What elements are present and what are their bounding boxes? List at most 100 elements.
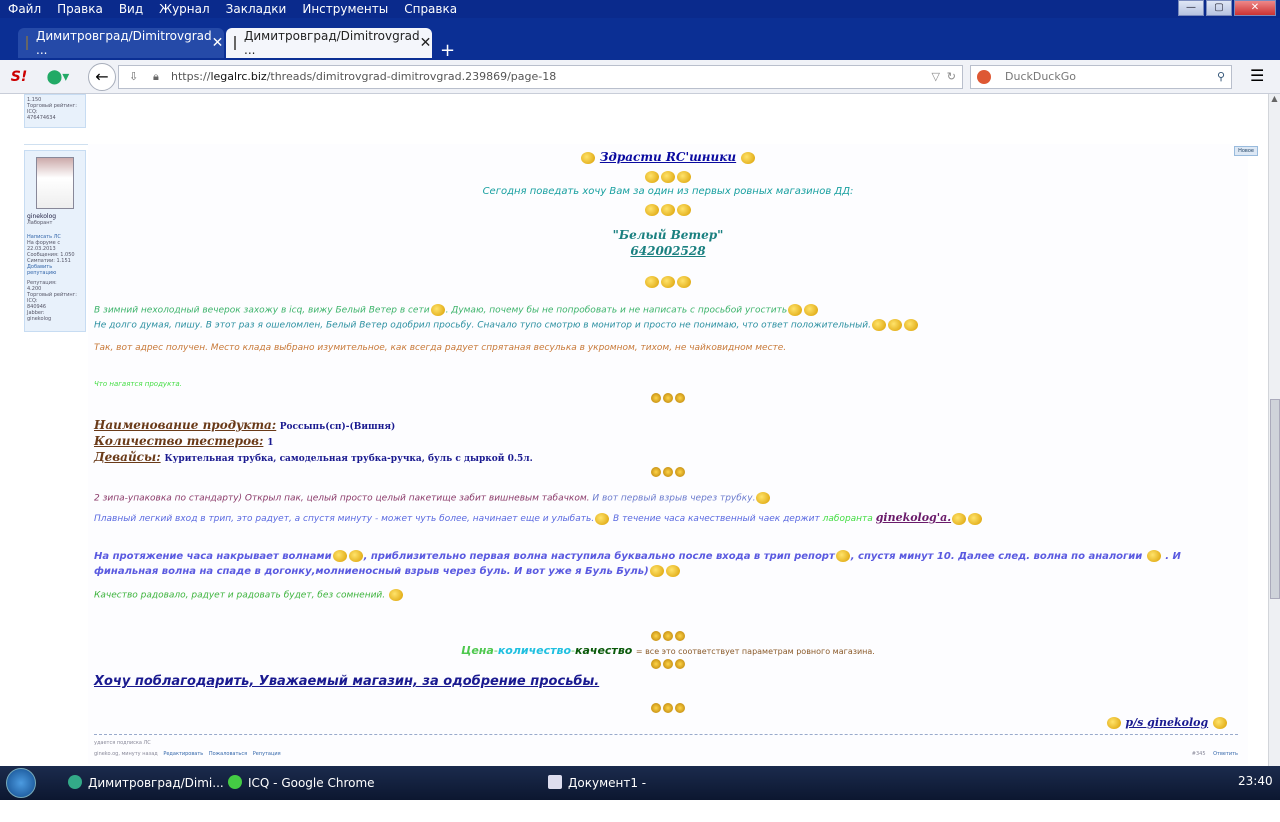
site-favicon-icon bbox=[234, 36, 236, 50]
post-footer-right: #345 Ответить bbox=[1192, 751, 1238, 757]
gem-icon bbox=[675, 393, 685, 403]
gem-icon bbox=[675, 703, 685, 713]
minimize-button[interactable]: — bbox=[1178, 0, 1204, 16]
product-name-value: Россыпь(сп)-(Вишня) bbox=[279, 422, 396, 432]
smiley-icon bbox=[430, 304, 445, 316]
smiley-icon bbox=[804, 304, 819, 316]
ps-text[interactable]: p/s ginekolog bbox=[1125, 716, 1208, 729]
start-button[interactable] bbox=[6, 768, 36, 798]
maximize-button[interactable]: ▢ bbox=[1206, 0, 1232, 16]
smiley-icon bbox=[952, 512, 967, 525]
smiley-icon bbox=[835, 550, 850, 562]
cool-smiley-icon bbox=[661, 170, 675, 183]
smiley-icon bbox=[348, 550, 363, 562]
taskbar-item-word[interactable]: Документ1 - Micros... bbox=[546, 770, 696, 816]
testers-value: 1 bbox=[267, 438, 274, 448]
reputation-link[interactable]: Репутация bbox=[253, 751, 281, 757]
username[interactable]: ginekolog bbox=[27, 213, 83, 220]
system-clock[interactable]: 23:40 bbox=[1238, 774, 1273, 788]
post-number-link[interactable]: #345 bbox=[1192, 751, 1206, 757]
smiley-icon bbox=[1106, 717, 1121, 729]
edit-link[interactable]: Редактировать bbox=[163, 751, 203, 757]
scroll-thumb[interactable] bbox=[1270, 399, 1280, 599]
smiley-icon bbox=[741, 151, 756, 164]
dropdown-icon[interactable]: ▽ bbox=[932, 66, 940, 88]
menu-history[interactable]: Журнал bbox=[151, 0, 218, 18]
para6d-text: . И bbox=[1165, 551, 1181, 562]
menu-view[interactable]: Вид bbox=[111, 0, 151, 18]
add-reputation-link[interactable]: Добавить репутацию bbox=[27, 264, 83, 276]
gem-icon bbox=[663, 703, 673, 713]
tab-bar: Димитровград/Dimitrovgrad ... ✕ Димитров… bbox=[0, 18, 1280, 61]
reload-icon[interactable]: ↻ bbox=[947, 66, 956, 88]
search-placeholder: DuckDuckGo bbox=[1005, 70, 1076, 83]
gem-row bbox=[88, 392, 1248, 406]
report-link[interactable]: Пожаловаться bbox=[209, 751, 247, 757]
cool-smiley-icon bbox=[677, 275, 691, 288]
cool-smiley-icon bbox=[645, 275, 659, 288]
smiley-icon bbox=[887, 319, 902, 331]
post-body: Новое Здрасти RC'шники Сегодня поведать … bbox=[88, 144, 1258, 764]
word-icon bbox=[548, 775, 562, 789]
url-bar[interactable]: ⇩ 🔒︎ https://legalrc.biz/threads/dimitro… bbox=[118, 65, 963, 89]
addon-onion-icon[interactable]: ⬤▾ bbox=[44, 66, 72, 88]
gem-icon bbox=[651, 393, 661, 403]
para5c-text: лаборанта bbox=[822, 514, 873, 524]
price-word: Цена bbox=[461, 644, 494, 657]
cool-smiley-icon bbox=[677, 203, 691, 216]
vertical-scrollbar[interactable]: ▲ bbox=[1268, 94, 1280, 766]
smiley-icon bbox=[871, 319, 886, 331]
search-icon[interactable]: ⚲ bbox=[1217, 66, 1225, 88]
testers-row: Количество тестеров: 1 bbox=[94, 434, 273, 448]
cool-smiley-icon bbox=[645, 203, 659, 216]
para6-text: На протяжение часа накрывает волнами bbox=[94, 551, 332, 562]
taskbar-label: ICQ - Google Chrome bbox=[248, 776, 375, 790]
tab-1[interactable]: Димитровград/Dimitrovgrad ... ✕ bbox=[18, 28, 224, 58]
download-icon[interactable]: ⇩ bbox=[129, 66, 138, 88]
reply-link[interactable]: Ответить bbox=[1213, 751, 1238, 757]
smiley-icon bbox=[580, 151, 595, 164]
smiley-icon bbox=[788, 304, 803, 316]
para4b-text: И вот первый взрыв через трубку. bbox=[592, 493, 756, 504]
menu-tools[interactable]: Инструменты bbox=[294, 0, 396, 18]
menu-help[interactable]: Справка bbox=[396, 0, 465, 18]
new-tab-button[interactable]: + bbox=[440, 40, 455, 61]
menu-bookmarks[interactable]: Закладки bbox=[218, 0, 295, 18]
menu-edit[interactable]: Правка bbox=[49, 0, 111, 18]
testers-label: Количество тестеров: bbox=[94, 434, 264, 448]
window-controls: — ▢ ✕ bbox=[1178, 0, 1276, 16]
menu-file[interactable]: Файл bbox=[0, 0, 49, 18]
taskbar-item-chrome[interactable]: ICQ - Google Chrome bbox=[226, 770, 376, 796]
tab-title: Димитровград/Dimitrovgrad ... bbox=[36, 29, 212, 57]
shop-number-link[interactable]: 642002528 bbox=[88, 244, 1248, 258]
smiley-icon bbox=[389, 589, 404, 601]
menu-bar: Файл Правка Вид Журнал Закладки Инструме… bbox=[0, 0, 1280, 18]
smiley-icon bbox=[665, 565, 680, 577]
url-host: legalrc.biz bbox=[210, 70, 267, 83]
addon-s-icon[interactable]: S! bbox=[10, 66, 28, 88]
smiley-icon bbox=[968, 512, 983, 525]
post-author-time: gineko.og, минуту назад bbox=[94, 751, 158, 757]
para1-text: В зимний нехолодный вечерок захожу в icq… bbox=[94, 305, 430, 316]
avatar[interactable] bbox=[36, 157, 74, 209]
jabber-value: ginekolog bbox=[27, 316, 52, 322]
user-sidebar: ginekolog Лаборант Написать ЛС На форуме… bbox=[24, 150, 86, 332]
site-favicon-icon bbox=[26, 36, 28, 50]
smiley-icon bbox=[649, 565, 664, 577]
author-link[interactable]: ginekolog'a. bbox=[876, 511, 951, 524]
back-button[interactable]: ← bbox=[88, 63, 116, 91]
search-input[interactable]: DuckDuckGo ⚲ bbox=[970, 65, 1232, 89]
close-tab-icon[interactable]: ✕ bbox=[420, 35, 432, 51]
close-tab-icon[interactable]: ✕ bbox=[212, 35, 224, 51]
para6c-text: , спустя минут 10. Далее след. волна по … bbox=[850, 551, 1143, 562]
gem-icon bbox=[675, 467, 685, 477]
smiley-icon bbox=[903, 319, 918, 331]
price-tail: = все это соответствует параметрам ровно… bbox=[635, 647, 875, 656]
taskbar-item-firefox[interactable]: Димитровград/Dimi... bbox=[66, 770, 224, 796]
tab-2-active[interactable]: Димитровград/Dimitrovgrad ... ✕ bbox=[226, 28, 432, 58]
taskbar-item-blank[interactable] bbox=[386, 770, 536, 796]
hamburger-menu-icon[interactable]: ☰ bbox=[1250, 68, 1266, 84]
scroll-up-icon[interactable]: ▲ bbox=[1269, 94, 1280, 103]
close-window-button[interactable]: ✕ bbox=[1234, 0, 1276, 16]
post-footer: gineko.og, минуту назад Редактировать По… bbox=[94, 751, 281, 757]
